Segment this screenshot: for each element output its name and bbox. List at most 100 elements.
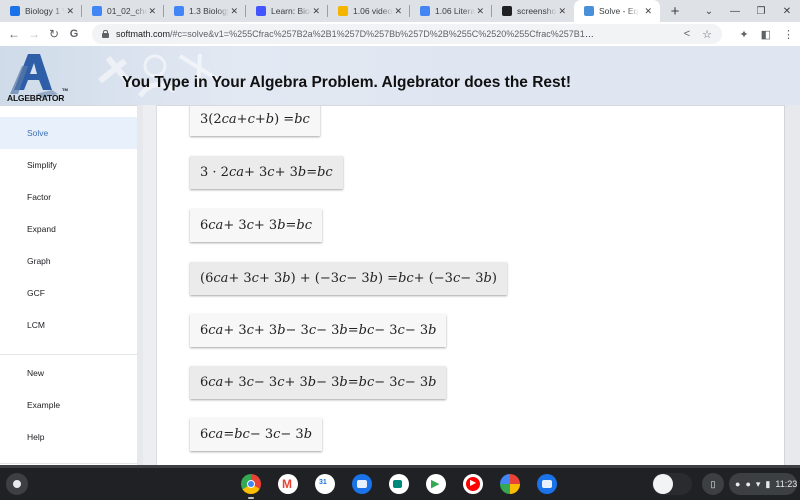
tab-close-icon[interactable]: ✕ [66, 6, 74, 17]
tab-close-icon[interactable]: ✕ [394, 6, 402, 17]
battery-icon: ▮ [765, 478, 771, 489]
play-store-icon[interactable]: ▶ [426, 474, 446, 494]
sidebar-action-label: New [27, 368, 45, 378]
clock-time: 11:23 [775, 479, 798, 489]
page-scrollbar[interactable] [784, 105, 800, 465]
solution-step[interactable]: 3(2 ca + c + b) = bc [190, 106, 320, 136]
solution-step[interactable]: 6 ca + 3c + 3b − 3c − 3b = bc − 3c − 3b [190, 314, 447, 347]
meet-icon[interactable] [389, 474, 409, 494]
sidebar-action-new[interactable]: New [0, 357, 137, 389]
sidebar-item-graph[interactable]: Graph [0, 245, 137, 277]
url-text[interactable]: softmath.com/#c=solve&v1=%255Cfrac%257B2… [116, 29, 596, 39]
gmail-icon[interactable]: M [278, 474, 298, 494]
slides-icon [338, 6, 348, 16]
solution-step[interactable]: 6 ca + 3c + 3b = bc [190, 209, 323, 242]
quizlet-icon [256, 6, 266, 16]
tab-close-icon[interactable]: ✕ [148, 6, 156, 17]
sidebar-item-label: GCF [27, 288, 45, 298]
messages-icon[interactable] [537, 474, 557, 494]
sidebar-item-gcf[interactable]: GCF [0, 277, 137, 309]
tab-close-icon[interactable]: ✕ [558, 6, 566, 17]
sidebar-action-help[interactable]: Help [0, 421, 137, 453]
tab-search-chevron-icon[interactable]: ⌄ [696, 6, 722, 17]
tab-title: 1.3 Biology [189, 6, 229, 16]
chrome-center-icon [247, 480, 255, 488]
tab-title: screensho [517, 6, 557, 16]
lock-icon[interactable] [102, 30, 109, 38]
phone-hub-icon[interactable]: ▯ [702, 473, 724, 495]
solution-steps-panel: 3(2 ca + c + b) = bc 3 · 2 ca + 3c + 3b = b… [157, 105, 784, 465]
youtube-icon[interactable]: ▶ [463, 474, 483, 494]
photos-icon[interactable] [500, 474, 520, 494]
logo-trademark: TM [62, 87, 68, 92]
algebrator-icon [584, 6, 594, 16]
sidebar-item-label: Simplify [27, 160, 57, 170]
tab-title: Solve - Equ [599, 6, 639, 16]
browser-tab[interactable]: screensho ✕ [492, 0, 574, 22]
sidebar-item-simplify[interactable]: Simplify [0, 149, 137, 181]
sidebar-item-lcm[interactable]: LCM [0, 309, 137, 341]
reload-icon[interactable]: ↻ [44, 27, 64, 41]
sidebar-action-label: Example [27, 400, 61, 410]
extensions-puzzle-icon[interactable]: ✦ [739, 28, 748, 41]
docs-icon [420, 6, 430, 16]
window-controls: ⌄ — ❐ ✕ [696, 0, 800, 22]
sidebar-item-label: Solve [27, 128, 49, 138]
sidebar-item-label: Factor [27, 192, 52, 202]
screen-capture-thumbnail-icon [653, 474, 673, 494]
browser-tab[interactable]: Biology 1 V ✕ [0, 0, 82, 22]
brand-tab-icon [10, 6, 20, 16]
play-triangle-icon: ▶ [431, 478, 440, 490]
address-bar[interactable]: softmath.com/#c=solve&v1=%255Cfrac%257B2… [92, 24, 722, 44]
forward-arrow-icon[interactable]: → [24, 27, 44, 41]
folder-icon [357, 480, 367, 488]
browser-tab[interactable]: Solve - Equ ✕ [574, 0, 660, 22]
tab-title: Learn: Biol [271, 6, 311, 16]
launcher-icon[interactable] [6, 473, 28, 495]
bookmark-star-icon[interactable]: ☆ [702, 28, 712, 41]
calendar-icon[interactable]: 31 [315, 474, 335, 494]
solution-step[interactable]: 3 · 2 ca + 3c + 3b = bc [190, 156, 343, 189]
logo-text: ALGEBRATOR [7, 93, 65, 103]
solution-step[interactable]: 6 ca + 3c − 3c + 3b − 3b = bc − 3c − 3b [190, 366, 447, 399]
solution-step[interactable]: 6 ca = bc − 3c − 3b [190, 418, 323, 451]
menu-kebab-icon[interactable]: ⋮ [783, 28, 794, 41]
tab-close-icon[interactable]: ✕ [476, 6, 484, 17]
restore-icon[interactable]: ❐ [748, 6, 774, 17]
google-g-icon[interactable]: G [64, 28, 84, 40]
back-arrow-icon[interactable]: ← [4, 27, 24, 41]
screenshot-icon [502, 6, 512, 16]
browser-tab[interactable]: 1.3 Biology ✕ [164, 0, 246, 22]
notification-icon: ● [735, 479, 741, 489]
new-tab-button[interactable]: + [664, 3, 686, 20]
browser-tab[interactable]: 01_02_che ✕ [82, 0, 164, 22]
content-gutter [143, 105, 157, 465]
chrome-icon[interactable] [241, 474, 261, 499]
holding-space-tray[interactable] [652, 473, 692, 495]
side-panel-icon[interactable]: ◧ [761, 28, 771, 41]
sidebar-item-expand[interactable]: Expand [0, 213, 137, 245]
share-icon[interactable]: < [684, 28, 690, 41]
tab-close-icon[interactable]: ✕ [312, 6, 320, 17]
close-window-icon[interactable]: ✕ [774, 6, 800, 17]
solution-step[interactable]: (6 ca + 3c + 3 b) + (−3 c − 3 b) = bc + (−3 c… [190, 262, 507, 295]
tab-close-icon[interactable]: ✕ [644, 6, 652, 17]
browser-toolbar: ← → ↻ G softmath.com/#c=solve&v1=%255Cfr… [0, 22, 800, 46]
sidebar-item-factor[interactable]: Factor [0, 181, 137, 213]
browser-tab[interactable]: 1.06 Litera ✕ [410, 0, 492, 22]
sidebar-action-label: Help [27, 432, 45, 442]
browser-tab[interactable]: 1.06 video ✕ [328, 0, 410, 22]
docs-icon [92, 6, 102, 16]
browser-tab[interactable]: Learn: Biol ✕ [246, 0, 328, 22]
files-icon[interactable] [352, 474, 372, 494]
sidebar-divider [0, 463, 137, 464]
url-host: softmath.com [116, 29, 171, 39]
notification-icon: ● [745, 479, 751, 489]
calendar-day: 31 [319, 479, 327, 486]
status-tray[interactable]: ● ● ▾ ▮ 11:23 [729, 473, 797, 495]
minimize-icon[interactable]: — [722, 6, 748, 17]
sidebar-item-label: LCM [27, 320, 45, 330]
tab-close-icon[interactable]: ✕ [230, 6, 238, 17]
sidebar-item-solve[interactable]: Solve [0, 117, 137, 149]
sidebar-action-example[interactable]: Example [0, 389, 137, 421]
